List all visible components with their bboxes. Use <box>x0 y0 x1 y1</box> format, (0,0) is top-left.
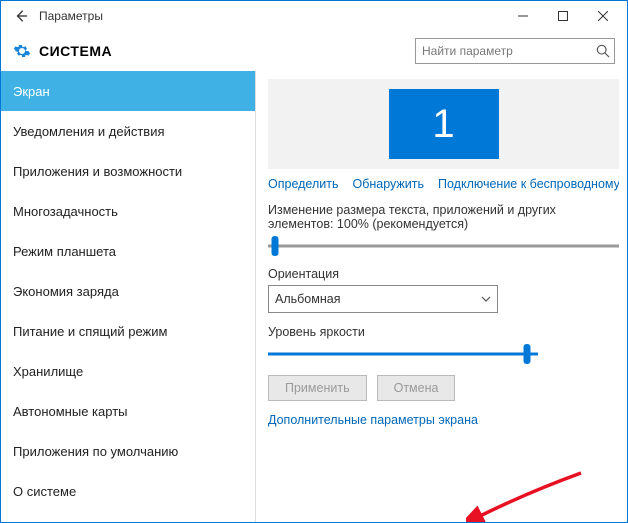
scale-label: Изменение размера текста, приложений и д… <box>268 203 619 231</box>
sidebar-item-label: Уведомления и действия <box>13 124 165 139</box>
chevron-down-icon <box>481 294 491 304</box>
window-controls <box>503 2 623 30</box>
close-button[interactable] <box>583 2 623 30</box>
sidebar-item-label: Питание и спящий режим <box>13 324 167 339</box>
cancel-button[interactable]: Отмена <box>377 375 456 401</box>
sidebar-item-label: Хранилище <box>13 364 83 379</box>
sidebar-item-default-apps[interactable]: Приложения по умолчанию <box>1 431 255 471</box>
sidebar-item-label: О системе <box>13 484 76 499</box>
search-input[interactable]: Найти параметр <box>415 38 615 64</box>
titlebar: Параметры <box>1 1 627 31</box>
sidebar-item-apps[interactable]: Приложения и возможности <box>1 151 255 191</box>
back-button[interactable] <box>9 4 33 28</box>
slider-thumb[interactable] <box>524 344 531 364</box>
sidebar-item-label: Режим планшета <box>13 244 116 259</box>
sidebar-item-label: Автономные карты <box>13 404 128 419</box>
slider-track <box>268 353 538 356</box>
brightness-slider[interactable] <box>268 343 538 365</box>
brightness-label: Уровень яркости <box>268 325 619 339</box>
header: СИСТЕМА Найти параметр <box>1 31 627 71</box>
maximize-icon <box>558 11 568 21</box>
monitor-tile[interactable]: 1 <box>389 89 499 159</box>
sidebar-item-label: Экономия заряда <box>13 284 119 299</box>
orientation-value: Альбомная <box>275 292 340 306</box>
gear-icon <box>13 42 31 60</box>
advanced-display-link[interactable]: Дополнительные параметры экрана <box>268 413 619 427</box>
sidebar-item-notifications[interactable]: Уведомления и действия <box>1 111 255 151</box>
sidebar-item-power-sleep[interactable]: Питание и спящий режим <box>1 311 255 351</box>
sidebar-item-battery-saver[interactable]: Экономия заряда <box>1 271 255 311</box>
sidebar-item-storage[interactable]: Хранилище <box>1 351 255 391</box>
orientation-label: Ориентация <box>268 267 619 281</box>
detect-link[interactable]: Обнаружить <box>352 177 424 191</box>
slider-track <box>268 245 619 248</box>
identify-link[interactable]: Определить <box>268 177 338 191</box>
monitor-number: 1 <box>432 102 454 147</box>
sidebar-item-about[interactable]: О системе <box>1 471 255 511</box>
body: Экран Уведомления и действия Приложения … <box>1 71 627 522</box>
content-pane: 1 Определить Обнаружить Подключение к бе… <box>256 71 627 522</box>
window-title: Параметры <box>39 9 103 23</box>
maximize-button[interactable] <box>543 2 583 30</box>
monitor-preview-area: 1 <box>268 79 619 169</box>
annotation-arrow-icon <box>466 463 586 522</box>
arrow-left-icon <box>14 9 28 23</box>
close-icon <box>598 11 608 21</box>
scale-slider[interactable] <box>268 235 619 257</box>
sidebar-item-label: Приложения и возможности <box>13 164 182 179</box>
sidebar-item-multitasking[interactable]: Многозадачность <box>1 191 255 231</box>
sidebar: Экран Уведомления и действия Приложения … <box>1 71 256 522</box>
sidebar-item-label: Экран <box>13 84 50 99</box>
search-placeholder: Найти параметр <box>422 44 596 58</box>
display-action-links: Определить Обнаружить Подключение к бесп… <box>268 177 619 191</box>
search-icon <box>596 44 610 58</box>
apply-cancel-row: Применить Отмена <box>268 375 619 401</box>
minimize-button[interactable] <box>503 2 543 30</box>
sidebar-item-tablet-mode[interactable]: Режим планшета <box>1 231 255 271</box>
minimize-icon <box>518 11 528 21</box>
wireless-link[interactable]: Подключение к беспроводному ди <box>438 177 619 191</box>
sidebar-item-display[interactable]: Экран <box>1 71 255 111</box>
sidebar-item-label: Многозадачность <box>13 204 118 219</box>
settings-window: Параметры СИСТЕМА Найти параметр Эк <box>0 0 628 523</box>
sidebar-item-label: Приложения по умолчанию <box>13 444 178 459</box>
breadcrumb: СИСТЕМА <box>39 43 112 59</box>
orientation-select[interactable]: Альбомная <box>268 285 498 313</box>
sidebar-item-offline-maps[interactable]: Автономные карты <box>1 391 255 431</box>
apply-button[interactable]: Применить <box>268 375 367 401</box>
slider-thumb[interactable] <box>272 236 279 256</box>
